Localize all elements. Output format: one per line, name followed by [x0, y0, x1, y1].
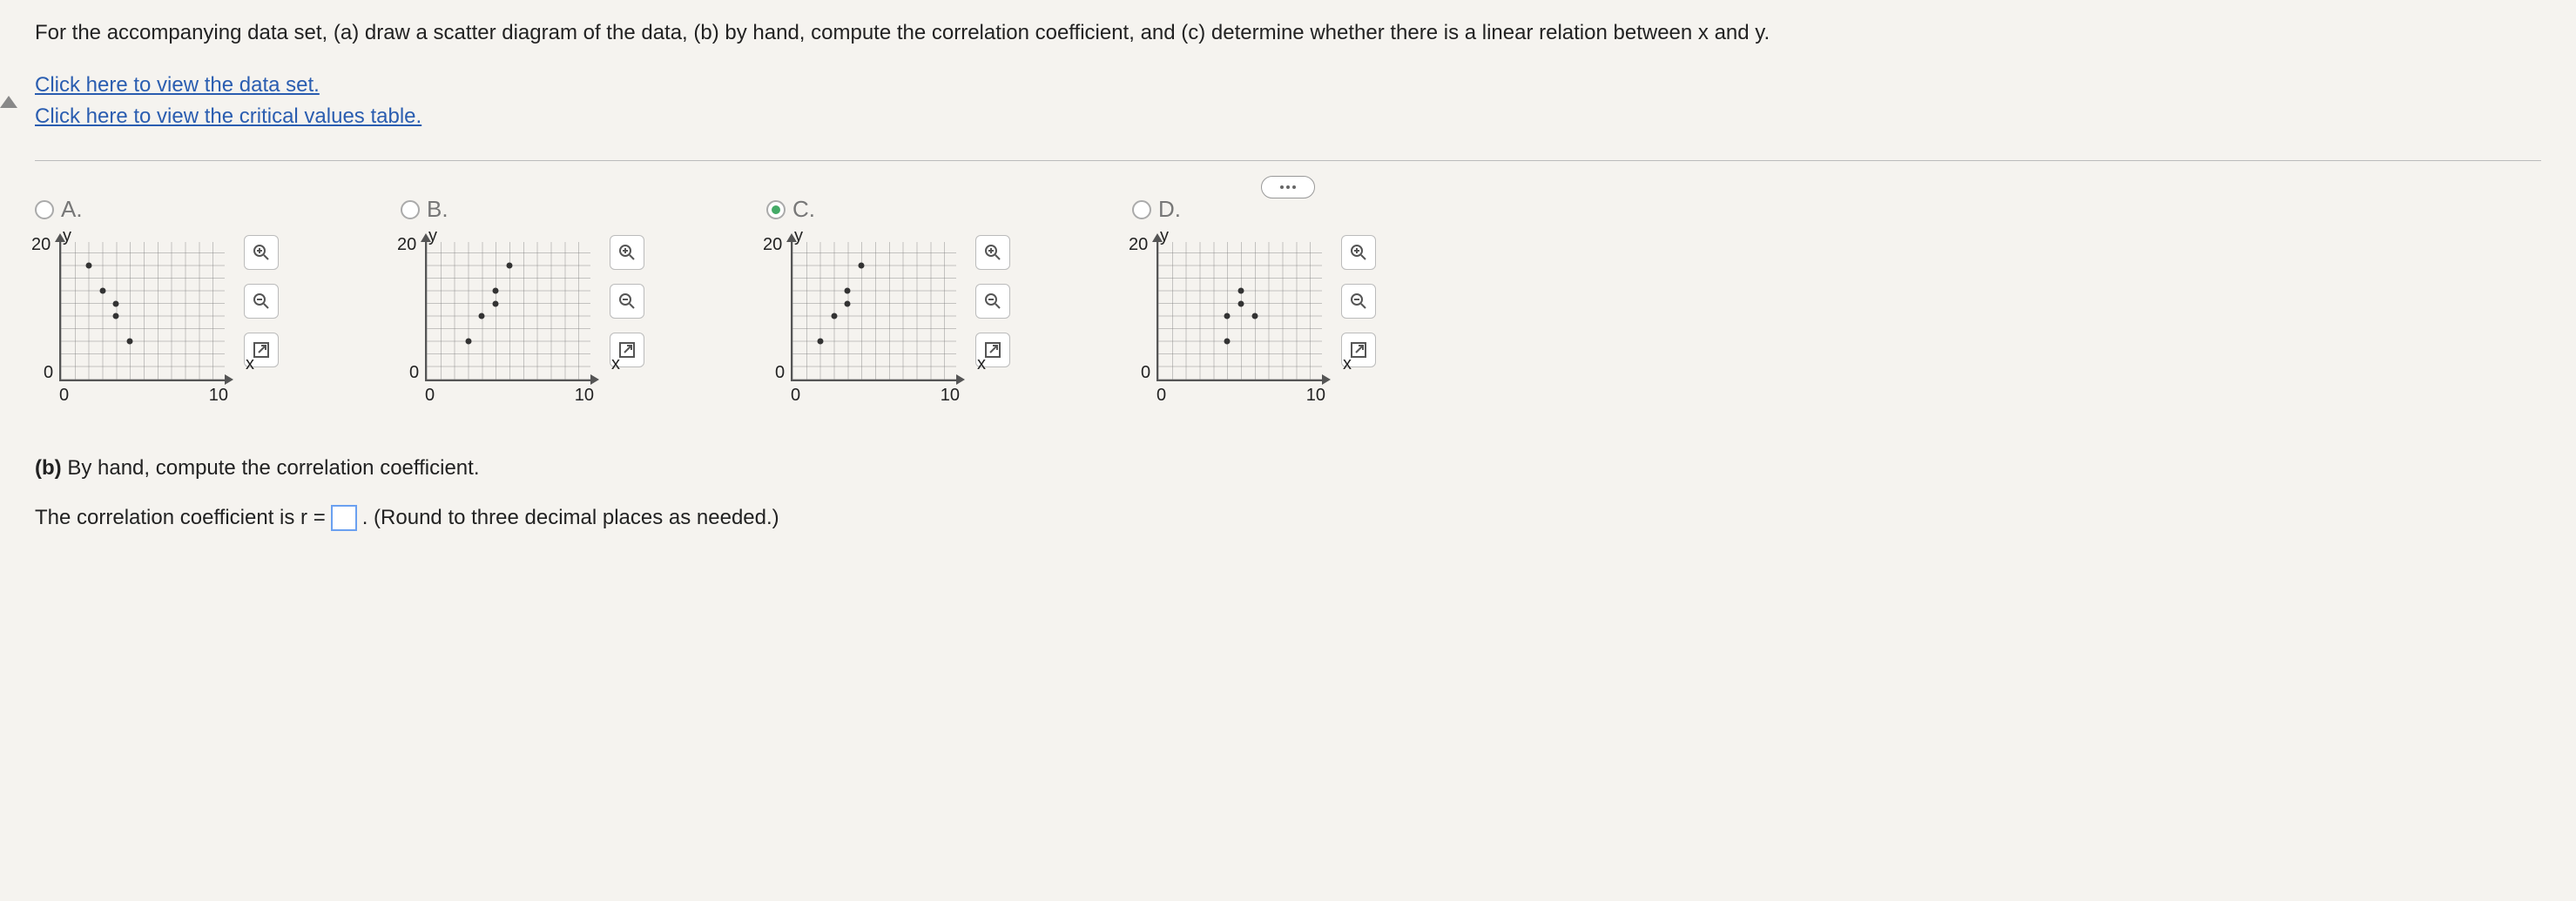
- x-tick-min: 0: [1157, 386, 1166, 406]
- question-text: For the accompanying data set, (a) draw …: [35, 17, 2541, 49]
- x-tick-min: 0: [791, 386, 800, 406]
- data-point: [493, 288, 499, 294]
- radio-a[interactable]: [35, 200, 54, 219]
- y-tick-max: 20: [31, 235, 51, 255]
- link-data-set[interactable]: Click here to view the data set.: [35, 70, 2541, 101]
- x-axis-label: x: [1343, 354, 1352, 374]
- scatter-chart-a: y 20 0 0 10 x: [35, 230, 235, 404]
- data-point: [85, 263, 91, 269]
- data-point: [99, 288, 105, 294]
- data-point: [1238, 300, 1244, 306]
- ellipsis-button[interactable]: [1261, 176, 1315, 198]
- answer-pre-text: The correlation coefficient is r =: [35, 506, 326, 530]
- y-tick-max: 20: [763, 235, 782, 255]
- x-axis-label: x: [611, 354, 620, 374]
- data-point: [127, 339, 133, 345]
- data-point: [845, 300, 851, 306]
- option-c[interactable]: C. y 20 0 0 10 x: [766, 196, 1010, 404]
- data-point: [1251, 313, 1258, 319]
- x-tick-min: 0: [425, 386, 435, 406]
- collapse-caret-icon[interactable]: [0, 96, 17, 108]
- zoom-out-icon[interactable]: [610, 284, 644, 319]
- zoom-out-icon[interactable]: [975, 284, 1010, 319]
- data-point: [113, 300, 119, 306]
- data-point: [493, 300, 499, 306]
- data-point: [465, 339, 471, 345]
- y-tick-min: 0: [1141, 363, 1150, 383]
- part-b-section: (b) By hand, compute the correlation coe…: [35, 456, 2541, 531]
- option-b[interactable]: B. y 20 0 0 10 x: [401, 196, 644, 404]
- option-c-label: C.: [792, 196, 815, 223]
- radio-c[interactable]: [766, 200, 786, 219]
- y-tick-max: 20: [397, 235, 416, 255]
- y-tick-min: 0: [44, 363, 53, 383]
- part-b-prefix: (b): [35, 456, 62, 480]
- part-b-heading: By hand, compute the correlation coeffic…: [62, 456, 480, 480]
- data-point: [817, 339, 823, 345]
- answer-options: A. y 20 0 0 10 x B.: [35, 196, 2541, 404]
- x-tick-max: 10: [941, 386, 960, 406]
- option-a-label: A.: [61, 196, 83, 223]
- x-axis-label: x: [246, 354, 254, 374]
- x-tick-min: 0: [59, 386, 69, 406]
- zoom-in-icon[interactable]: [1341, 235, 1376, 270]
- resource-links: Click here to view the data set. Click h…: [35, 70, 2541, 132]
- zoom-out-icon[interactable]: [244, 284, 279, 319]
- scatter-chart-c: y 20 0 0 10 x: [766, 230, 967, 404]
- zoom-out-icon[interactable]: [1341, 284, 1376, 319]
- link-critical-values[interactable]: Click here to view the critical values t…: [35, 101, 2541, 132]
- divider: [35, 160, 2541, 161]
- data-point: [1238, 288, 1244, 294]
- option-b-label: B.: [427, 196, 448, 223]
- y-tick-max: 20: [1129, 235, 1148, 255]
- radio-d[interactable]: [1132, 200, 1151, 219]
- answer-post-text: . (Round to three decimal places as need…: [362, 506, 779, 530]
- correlation-input[interactable]: [331, 505, 357, 531]
- zoom-in-icon[interactable]: [610, 235, 644, 270]
- y-tick-min: 0: [409, 363, 419, 383]
- data-point: [1224, 339, 1231, 345]
- x-tick-max: 10: [575, 386, 594, 406]
- data-point: [845, 288, 851, 294]
- scatter-chart-d: y 20 0 0 10 x: [1132, 230, 1332, 404]
- radio-b[interactable]: [401, 200, 420, 219]
- option-d[interactable]: D. y 20 0 0 10 x: [1132, 196, 1376, 404]
- option-d-label: D.: [1158, 196, 1181, 223]
- data-point: [831, 313, 837, 319]
- x-tick-max: 10: [209, 386, 228, 406]
- data-point: [1224, 313, 1231, 319]
- x-axis-label: x: [977, 354, 986, 374]
- data-point: [113, 313, 119, 319]
- y-tick-min: 0: [775, 363, 785, 383]
- scatter-chart-b: y 20 0 0 10 x: [401, 230, 601, 404]
- data-point: [479, 313, 485, 319]
- zoom-in-icon[interactable]: [975, 235, 1010, 270]
- zoom-in-icon[interactable]: [244, 235, 279, 270]
- option-a[interactable]: A. y 20 0 0 10 x: [35, 196, 279, 404]
- x-tick-max: 10: [1306, 386, 1325, 406]
- data-point: [507, 263, 513, 269]
- data-point: [859, 263, 865, 269]
